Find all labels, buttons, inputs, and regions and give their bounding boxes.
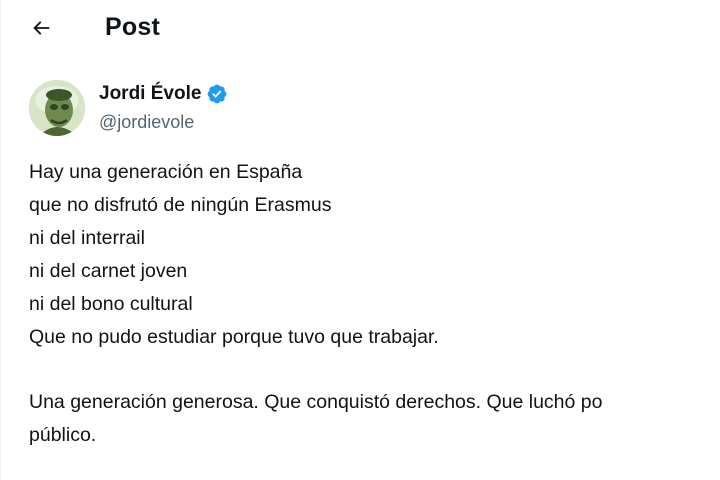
post-text-line: Una generación generosa. Que conquistó d… — [29, 391, 603, 413]
post-text-line: público. — [29, 424, 97, 446]
post-view: Post Jordi Évole @jordievole Hay una gen… — [0, 0, 720, 480]
post-text-line: ni del bono cultural — [29, 293, 193, 315]
avatar[interactable] — [29, 80, 85, 136]
verified-badge-icon — [208, 84, 227, 104]
author-name[interactable]: Jordi Évole — [99, 82, 201, 106]
post-header: Post — [1, 0, 720, 56]
back-button[interactable] — [23, 10, 59, 46]
post-text-line: Que no pudo estudiar porque tuvo que tra… — [29, 326, 439, 348]
post-text-line: ni del carnet joven — [29, 260, 188, 282]
page-title: Post — [105, 13, 160, 41]
post-text: Hay una generación en España que no disf… — [29, 156, 720, 452]
post-text-line: Hay una generación en España — [29, 161, 303, 183]
post-author: Jordi Évole @jordievole — [29, 78, 429, 138]
avatar-photo — [29, 80, 85, 136]
author-handle[interactable]: @jordievole — [99, 110, 194, 134]
post-text-line: que no disfrutó de ningún Erasmus — [29, 194, 332, 216]
author-name-row: Jordi Évole — [99, 82, 228, 106]
post-text-line: ni del interrail — [29, 227, 145, 249]
arrow-left-icon — [33, 21, 50, 35]
